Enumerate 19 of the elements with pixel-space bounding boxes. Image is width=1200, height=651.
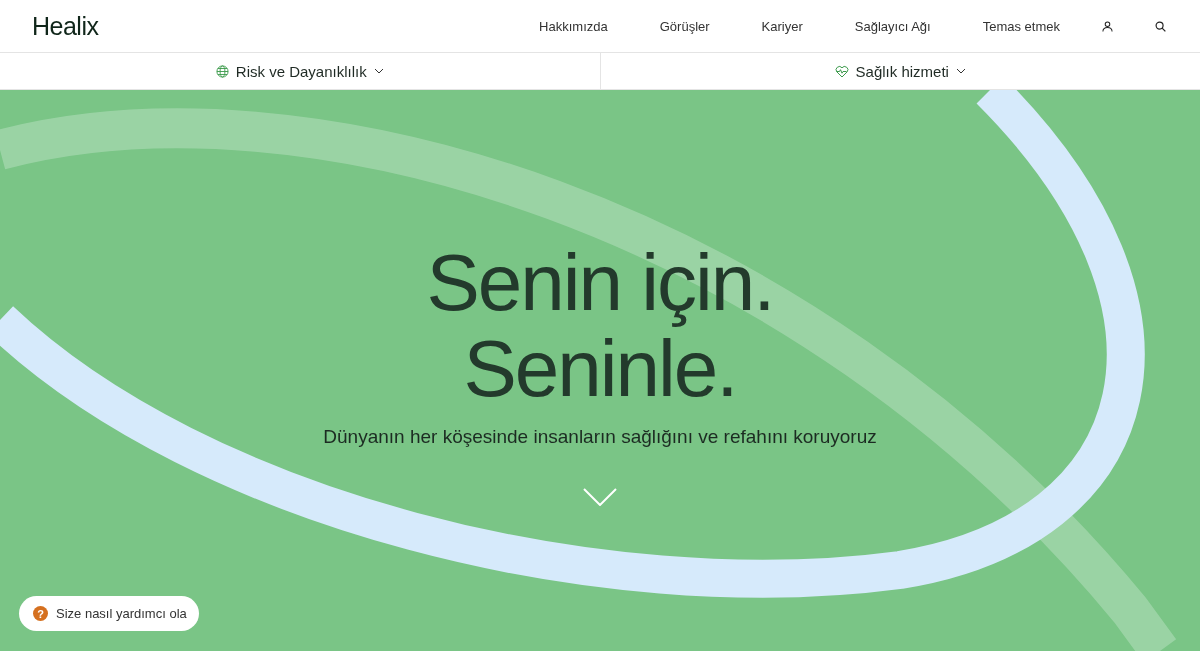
category-dropdown[interactable]: Risk ve Dayanıklılık — [211, 60, 388, 82]
category-dropdown[interactable]: Sağlık hizmeti — [830, 60, 970, 82]
nav-link[interactable]: Temas etmek — [982, 18, 1060, 34]
hero-heading: Senin için. — [426, 240, 774, 326]
hero-heading: Seninle. — [463, 326, 737, 412]
nav-link[interactable]: Kariyer — [761, 18, 803, 34]
nav-link[interactable]: Görüşler — [659, 18, 710, 34]
search-icon[interactable] — [1155, 20, 1166, 32]
hero-subtitle: Dünyanın her köşesinde insanların sağlığını ve refahını koruyoruz — [323, 426, 877, 448]
nav-link[interactable]: Hakkımızda — [539, 18, 608, 34]
logo[interactable]: Healix — [32, 11, 99, 41]
heart-pulse-icon — [834, 64, 849, 78]
chevron-down-icon — [373, 68, 384, 74]
chat-button[interactable]: ? Size nasıl yardımcı ola — [19, 596, 199, 631]
user-icon[interactable] — [1102, 20, 1113, 32]
globe-icon — [215, 64, 229, 78]
help-icon: ? — [33, 606, 48, 621]
nav-link[interactable]: Sağlayıcı Ağı — [854, 18, 931, 34]
chevron-down-icon — [955, 68, 966, 74]
